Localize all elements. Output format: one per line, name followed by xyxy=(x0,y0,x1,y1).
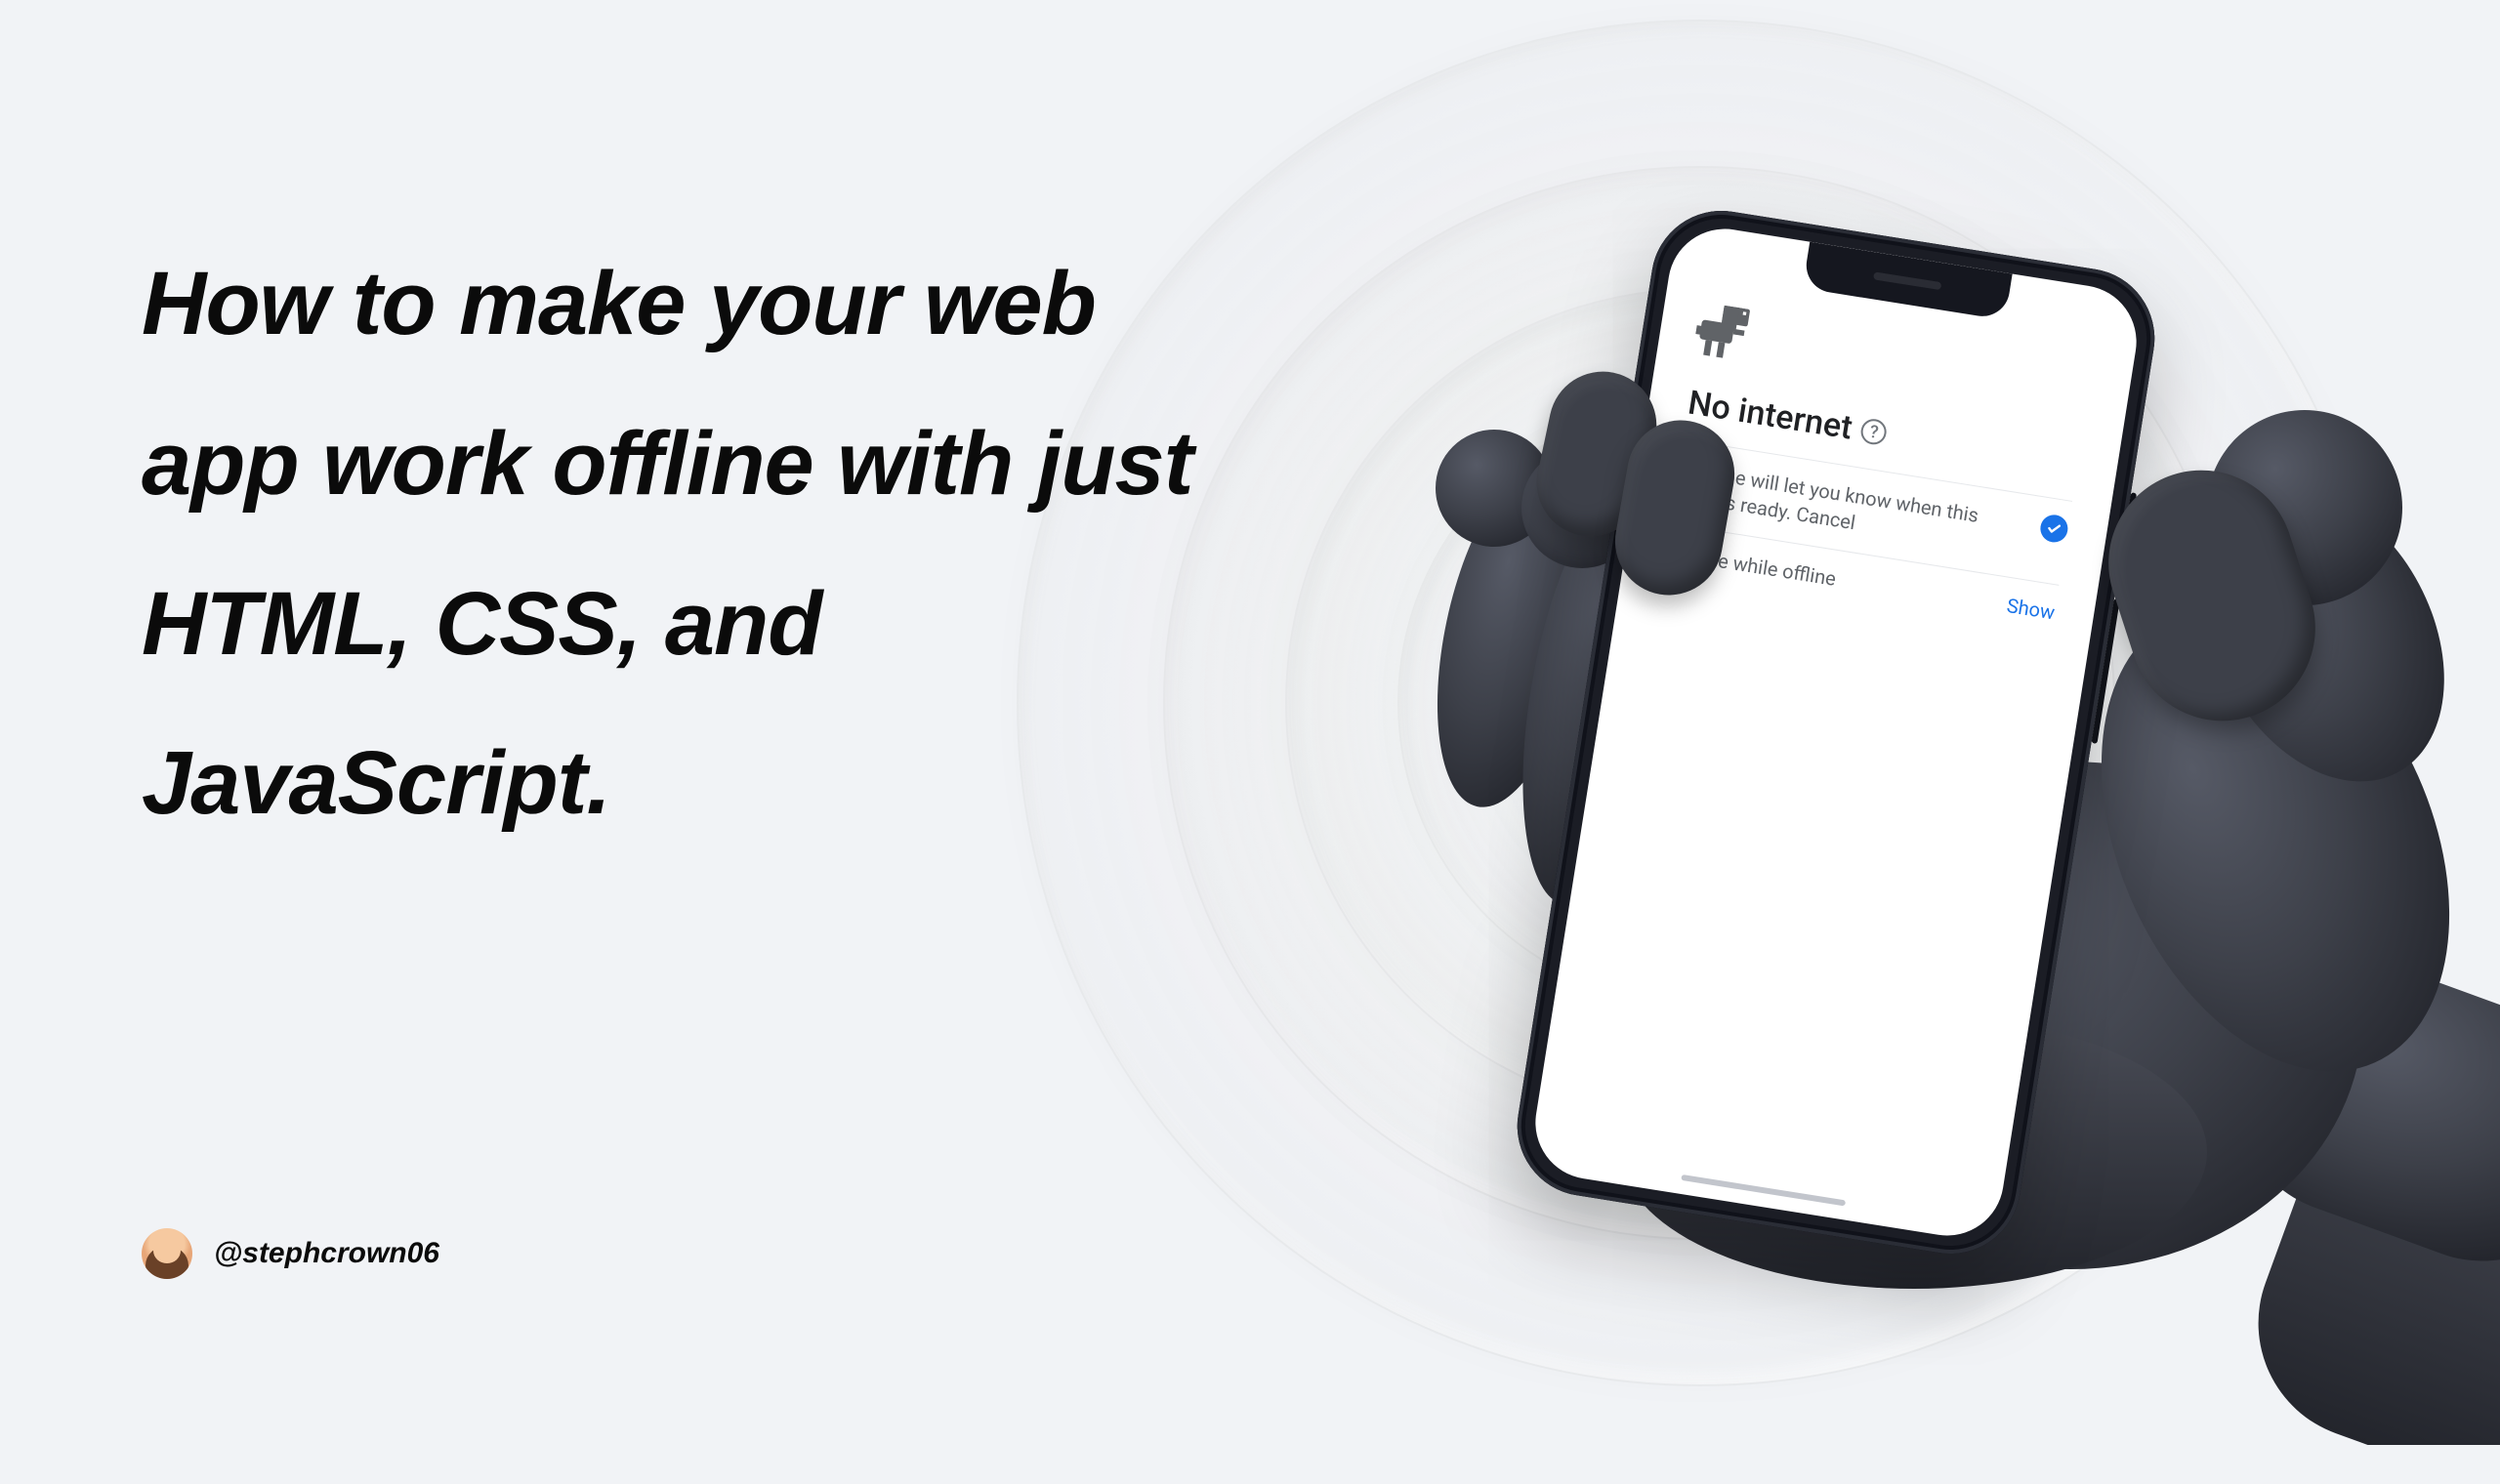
check-icon xyxy=(2038,513,2069,544)
article-title: How to make your web app work offline wi… xyxy=(142,225,1196,864)
author-avatar xyxy=(142,1228,192,1279)
dino-icon xyxy=(1691,302,1752,366)
home-indicator xyxy=(1681,1175,1846,1207)
author-chip: @stephcrown06 xyxy=(142,1228,439,1279)
help-icon[interactable]: ? xyxy=(1859,417,1889,446)
author-handle: @stephcrown06 xyxy=(214,1237,439,1270)
show-link[interactable]: Show xyxy=(2005,594,2056,624)
hand-holding-phone: No internet ? Chrome will let you know w… xyxy=(1133,176,2500,1406)
